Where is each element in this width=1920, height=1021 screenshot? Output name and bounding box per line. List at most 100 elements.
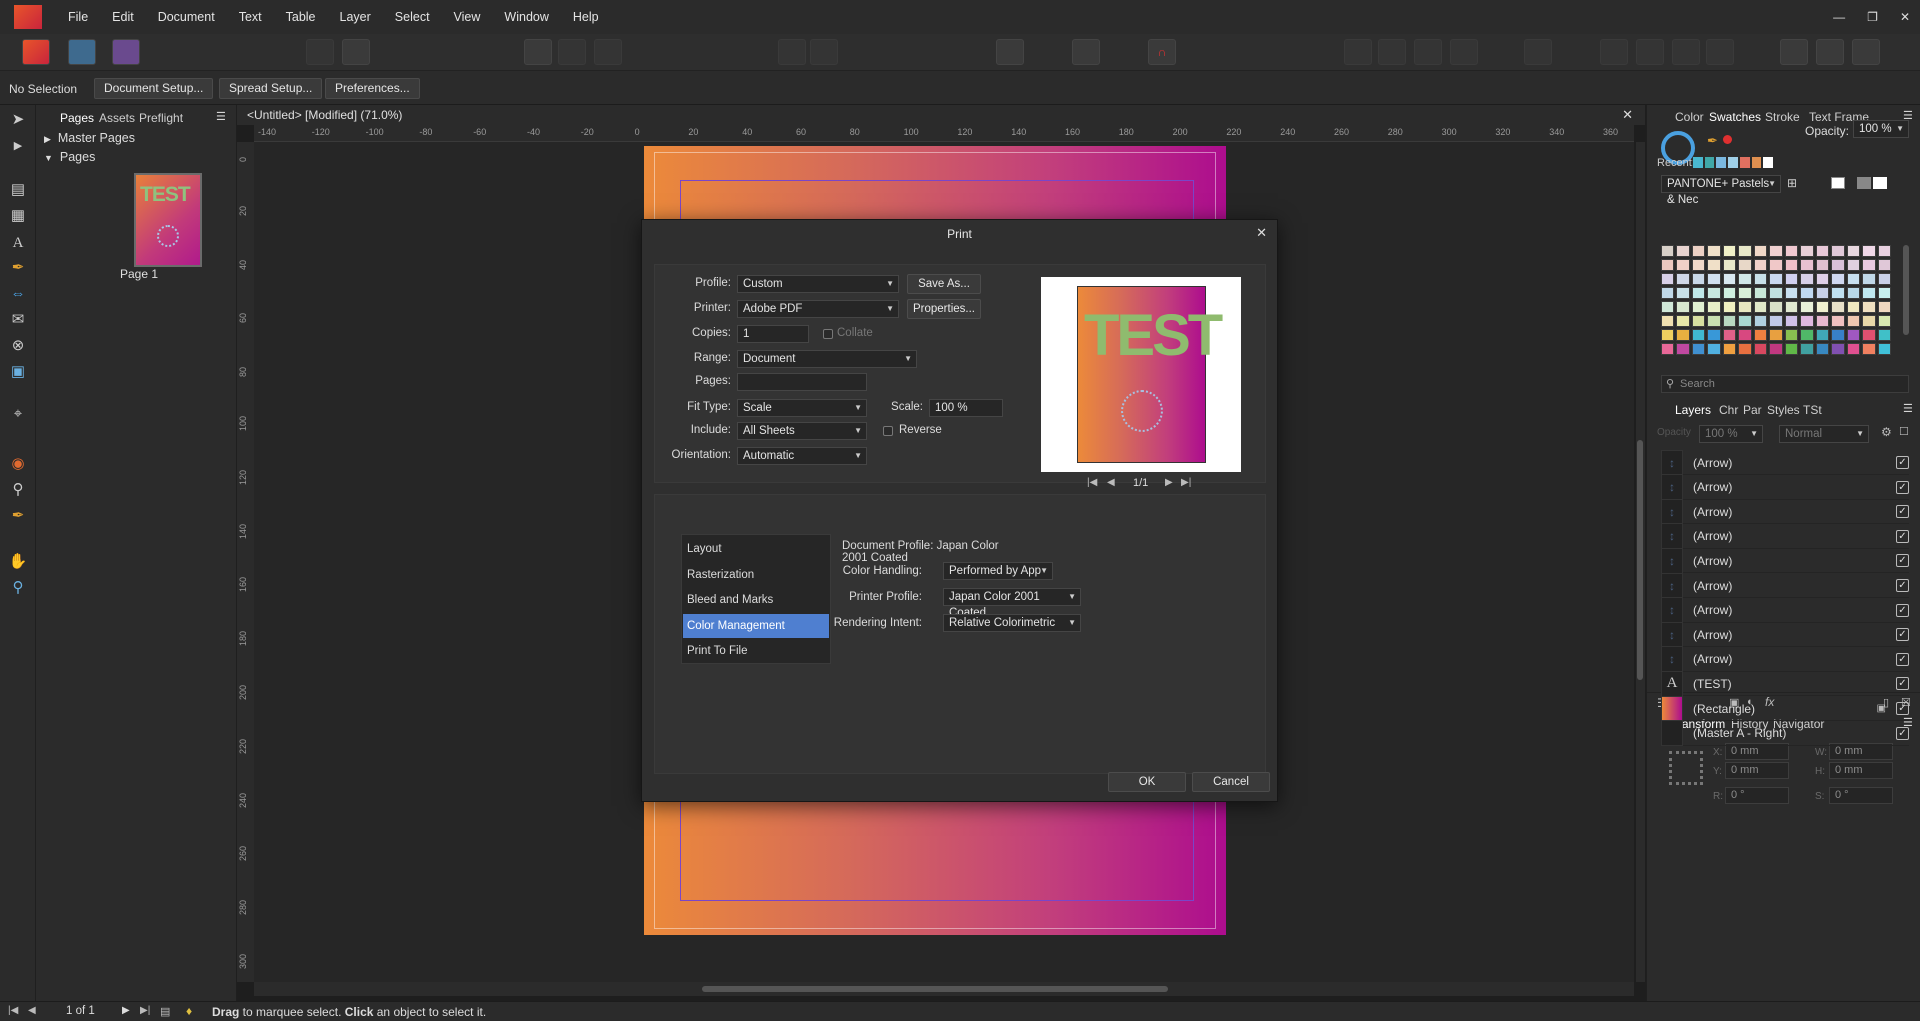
color-swatch[interactable] (1815, 287, 1830, 299)
color-swatch[interactable] (1815, 329, 1830, 341)
collapse-icon[interactable]: ▼ (44, 153, 53, 163)
align-icon[interactable] (1636, 39, 1664, 65)
menu-window[interactable]: Window (492, 0, 560, 34)
color-swatch[interactable] (1800, 245, 1814, 257)
tab-paragraph[interactable]: Par (1743, 403, 1762, 417)
printer-profile-dropdown[interactable]: Japan Color 2001 Coated ▼ (943, 588, 1081, 619)
visibility-checkbox[interactable]: ✓ (1896, 480, 1909, 494)
color-swatch[interactable] (1691, 287, 1706, 299)
color-swatch[interactable] (1800, 315, 1814, 327)
color-swatch[interactable] (1877, 245, 1891, 257)
swatch-grid[interactable] (1661, 245, 1891, 370)
color-swatch[interactable] (1661, 301, 1675, 313)
next-page-icon[interactable]: ▶ (122, 1005, 130, 1016)
toolbar-icon[interactable] (1378, 39, 1406, 65)
bell-icon[interactable]: ♦ (186, 1004, 192, 1018)
master-pages-row[interactable]: ▶ Master Pages (44, 131, 135, 145)
zoom-tool-icon[interactable]: ⚲ (8, 577, 28, 597)
boolean-intersect-icon[interactable] (1852, 39, 1880, 65)
color-swatch[interactable] (1661, 259, 1675, 271)
prev-page-icon[interactable]: ◀ (28, 1005, 36, 1016)
color-swatch[interactable] (1831, 343, 1845, 355)
toolbar-icon[interactable] (778, 39, 806, 65)
visibility-checkbox[interactable]: ✓ (1896, 726, 1909, 740)
color-swatch[interactable] (1738, 343, 1752, 355)
color-swatch[interactable] (1753, 315, 1768, 327)
color-swatch[interactable] (1877, 259, 1891, 271)
tab-color[interactable]: Color (1675, 110, 1704, 124)
table-tool-icon[interactable]: ▦ (8, 205, 28, 225)
boolean-subtract-icon[interactable] (1816, 39, 1844, 65)
visibility-checkbox[interactable]: ✓ (1896, 603, 1909, 617)
color-swatch[interactable] (1738, 259, 1752, 271)
preferences-button[interactable]: Preferences... (325, 78, 420, 99)
panel-menu-icon[interactable]: ☰ (1903, 402, 1913, 415)
color-swatch[interactable] (1800, 287, 1814, 299)
color-swatch[interactable] (1784, 343, 1799, 355)
category-item[interactable]: Print To File (683, 639, 829, 663)
orientation-dropdown[interactable]: Automatic ▼ (737, 447, 867, 465)
color-swatch[interactable] (1815, 343, 1830, 355)
preview-mode-icon[interactable] (996, 39, 1024, 65)
color-swatch[interactable] (1661, 273, 1675, 285)
color-swatch[interactable] (1691, 301, 1706, 313)
visibility-checkbox[interactable]: ✓ (1896, 505, 1909, 519)
color-swatch[interactable] (1846, 343, 1861, 355)
color-swatch[interactable] (1707, 245, 1721, 257)
layer-row[interactable]: (Rectangle) ▣ ✓ (1661, 695, 1909, 722)
color-swatch[interactable] (1831, 301, 1845, 313)
color-swatch[interactable] (1831, 315, 1845, 327)
crop-tool-icon[interactable]: ⌖ (8, 403, 28, 423)
tab-stroke[interactable]: Stroke (1765, 110, 1800, 124)
color-swatch[interactable] (1877, 301, 1891, 313)
none-swatch-icon[interactable] (1831, 177, 1845, 189)
connector-tool-icon[interactable]: ⇔ (8, 283, 28, 303)
color-swatch[interactable] (1815, 259, 1830, 271)
color-swatch[interactable] (1707, 259, 1721, 271)
visibility-checkbox[interactable]: ✓ (1896, 554, 1909, 568)
scale-field[interactable]: 100 % (929, 399, 1003, 417)
color-swatch[interactable] (1784, 259, 1799, 271)
reverse-checkbox[interactable] (883, 426, 893, 436)
color-swatch[interactable] (1676, 329, 1690, 341)
color-swatch[interactable] (1784, 329, 1799, 341)
scroll-thumb[interactable] (1637, 440, 1643, 680)
color-swatch[interactable] (1800, 259, 1814, 271)
minimize-icon[interactable]: — (1833, 10, 1845, 24)
color-swatch[interactable] (1738, 315, 1752, 327)
lock-icon[interactable]: ☐ (1899, 425, 1909, 438)
designer-persona-icon[interactable] (68, 39, 96, 65)
range-dropdown[interactable]: Document ▼ (737, 350, 917, 368)
color-swatch[interactable] (1753, 301, 1768, 313)
layer-row[interactable]: (Master A - Right) ✓ (1661, 720, 1909, 747)
color-swatch[interactable] (1800, 273, 1814, 285)
printer-dropdown[interactable]: Adobe PDF ▼ (737, 300, 899, 318)
color-swatch[interactable] (1661, 315, 1675, 327)
color-swatch[interactable] (1738, 287, 1752, 299)
lock-icon[interactable]: ▣ (1877, 703, 1886, 714)
color-swatch[interactable] (1769, 273, 1783, 285)
preview-first-icon[interactable]: |◀ (1087, 477, 1097, 488)
color-swatch[interactable] (1722, 287, 1737, 299)
scroll-thumb[interactable] (702, 986, 1168, 992)
boolean-add-icon[interactable] (1780, 39, 1808, 65)
color-swatch[interactable] (1831, 329, 1845, 341)
text-frame-icon[interactable] (1072, 39, 1100, 65)
color-swatch[interactable] (1691, 259, 1706, 271)
vertical-scrollbar[interactable] (1636, 142, 1645, 982)
color-swatch[interactable] (1722, 301, 1737, 313)
fill-tool-icon[interactable]: ◉ (8, 453, 28, 473)
restore-icon[interactable]: ❐ (1867, 10, 1878, 24)
palette-dropdown[interactable]: PANTONE+ Pastels & Nec ▼ (1661, 175, 1781, 206)
menu-document[interactable]: Document (146, 0, 227, 34)
color-swatch[interactable] (1862, 245, 1876, 257)
color-swatch[interactable] (1784, 315, 1799, 327)
color-swatch[interactable] (1846, 287, 1861, 299)
vertical-ruler[interactable]: 0 20 40 60 80 100 120 140 160 180 200 220 240 260 280 3… (237, 142, 254, 982)
color-swatch[interactable] (1691, 315, 1706, 327)
category-item[interactable]: Color Management (683, 613, 829, 638)
snapping-magnet-icon[interactable]: ∩ (1148, 39, 1176, 65)
color-swatch[interactable] (1707, 329, 1721, 341)
toolbar-icon[interactable] (1414, 39, 1442, 65)
layer-row[interactable]: ↕ (Arrow) ✓ (1661, 474, 1909, 501)
